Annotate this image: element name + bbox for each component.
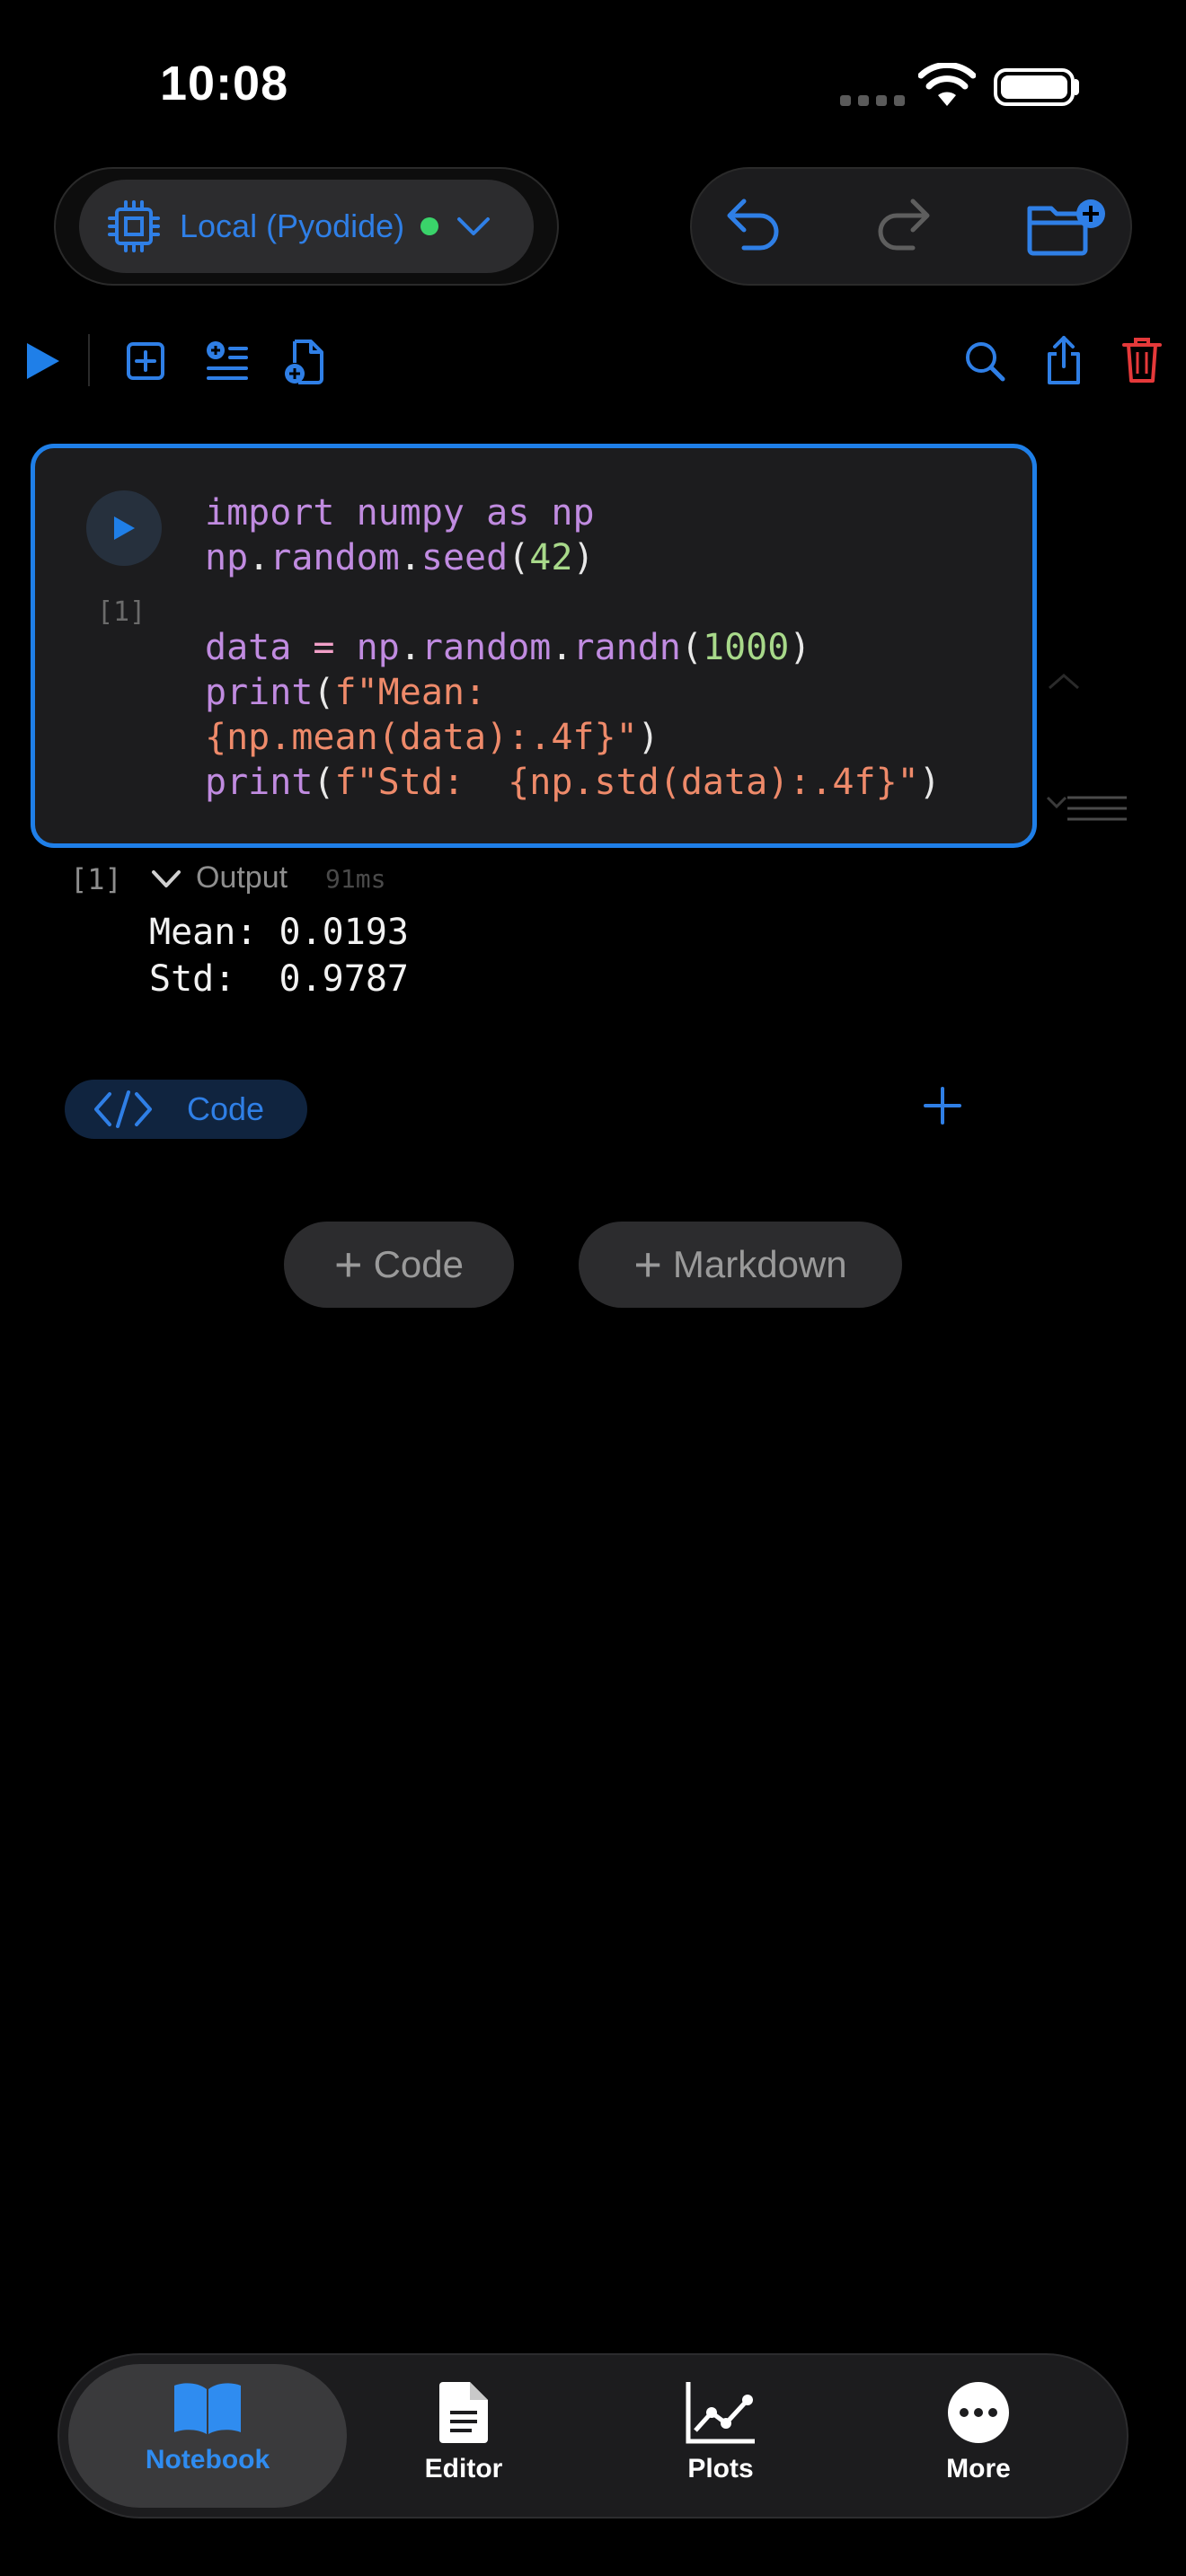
- code-line-2: np.random.seed(42): [205, 537, 595, 578]
- ellipsis-icon: [948, 2382, 1009, 2443]
- code-line-7: print(f"Std: {np.std(data):.4f}"): [205, 762, 941, 803]
- chart-icon: [686, 2382, 755, 2444]
- plus-icon: +: [334, 1238, 363, 1292]
- plus-icon[interactable]: [920, 1083, 965, 1128]
- kernel-name: Local (Pyodide): [180, 207, 405, 244]
- chevron-down-icon[interactable]: [151, 869, 181, 889]
- tab-more[interactable]: More: [871, 2380, 1086, 2484]
- code-line-1: import numpy as np: [205, 492, 595, 534]
- code-brackets-icon: [94, 1090, 152, 1128]
- code-editor[interactable]: import numpy as np np.random.seed(42) da…: [205, 490, 941, 805]
- document-icon: [439, 2382, 488, 2443]
- output-duration: 91ms: [325, 864, 386, 894]
- chevron-up-icon[interactable]: [1046, 670, 1082, 692]
- kernel-status-indicator: [420, 217, 439, 235]
- book-icon: [174, 2383, 241, 2434]
- kernel-selector[interactable]: Local (Pyodide): [79, 180, 534, 273]
- tab-label: Plots: [687, 2454, 754, 2483]
- add-cell-icon[interactable]: [126, 341, 165, 381]
- wifi-icon: [918, 63, 976, 106]
- toolbar-separator: [88, 334, 90, 386]
- battery-icon: [994, 68, 1075, 106]
- output-toggle-label[interactable]: Output: [196, 860, 288, 895]
- chevron-down-small-icon[interactable]: [1046, 794, 1067, 812]
- cell-type-label: Code: [187, 1090, 265, 1127]
- trash-icon[interactable]: [1121, 336, 1163, 384]
- run-all-icon[interactable]: [25, 341, 61, 381]
- cpu-chip-icon: [108, 200, 160, 252]
- cellular-signal-icon: [840, 95, 905, 106]
- chevron-down-icon: [457, 217, 491, 235]
- add-markdown-cell-button[interactable]: + Markdown: [579, 1222, 902, 1308]
- insert-text-cell-icon[interactable]: [205, 340, 250, 383]
- status-time: 10:08: [160, 57, 289, 110]
- new-folder-icon[interactable]: [1026, 198, 1109, 257]
- redo-icon[interactable]: [875, 196, 933, 255]
- run-cell-button[interactable]: [86, 490, 162, 566]
- tab-notebook[interactable]: Notebook: [100, 2380, 315, 2475]
- share-icon[interactable]: [1044, 334, 1084, 386]
- tab-label: Notebook: [145, 2445, 270, 2475]
- search-icon[interactable]: [963, 340, 1006, 383]
- code-line-4: data = np.random.randn(1000): [205, 627, 811, 668]
- code-line-5: print(f"Mean:: [205, 672, 487, 713]
- output-count: [1]: [70, 862, 122, 896]
- battery-tip: [1075, 79, 1079, 95]
- output-text: Mean: 0.0193 Std: 0.9787: [149, 912, 409, 1000]
- code-line-6: {np.mean(data):.4f}"): [205, 717, 659, 758]
- add-markdown-label: Markdown: [672, 1243, 847, 1285]
- add-file-icon[interactable]: [282, 338, 325, 386]
- add-code-cell-button[interactable]: + Code: [284, 1222, 514, 1308]
- undo-icon[interactable]: [724, 196, 782, 255]
- play-icon: [114, 516, 135, 540]
- tab-label: More: [946, 2454, 1011, 2483]
- plus-icon: +: [633, 1238, 662, 1292]
- add-code-label: Code: [373, 1243, 464, 1285]
- tab-label: Editor: [424, 2454, 503, 2483]
- tab-editor[interactable]: Editor: [356, 2380, 571, 2484]
- drag-handle-icon[interactable]: [1066, 794, 1128, 825]
- tab-plots[interactable]: Plots: [613, 2380, 828, 2484]
- execution-count: [1]: [97, 596, 146, 628]
- cell-type-chip[interactable]: Code: [65, 1080, 307, 1139]
